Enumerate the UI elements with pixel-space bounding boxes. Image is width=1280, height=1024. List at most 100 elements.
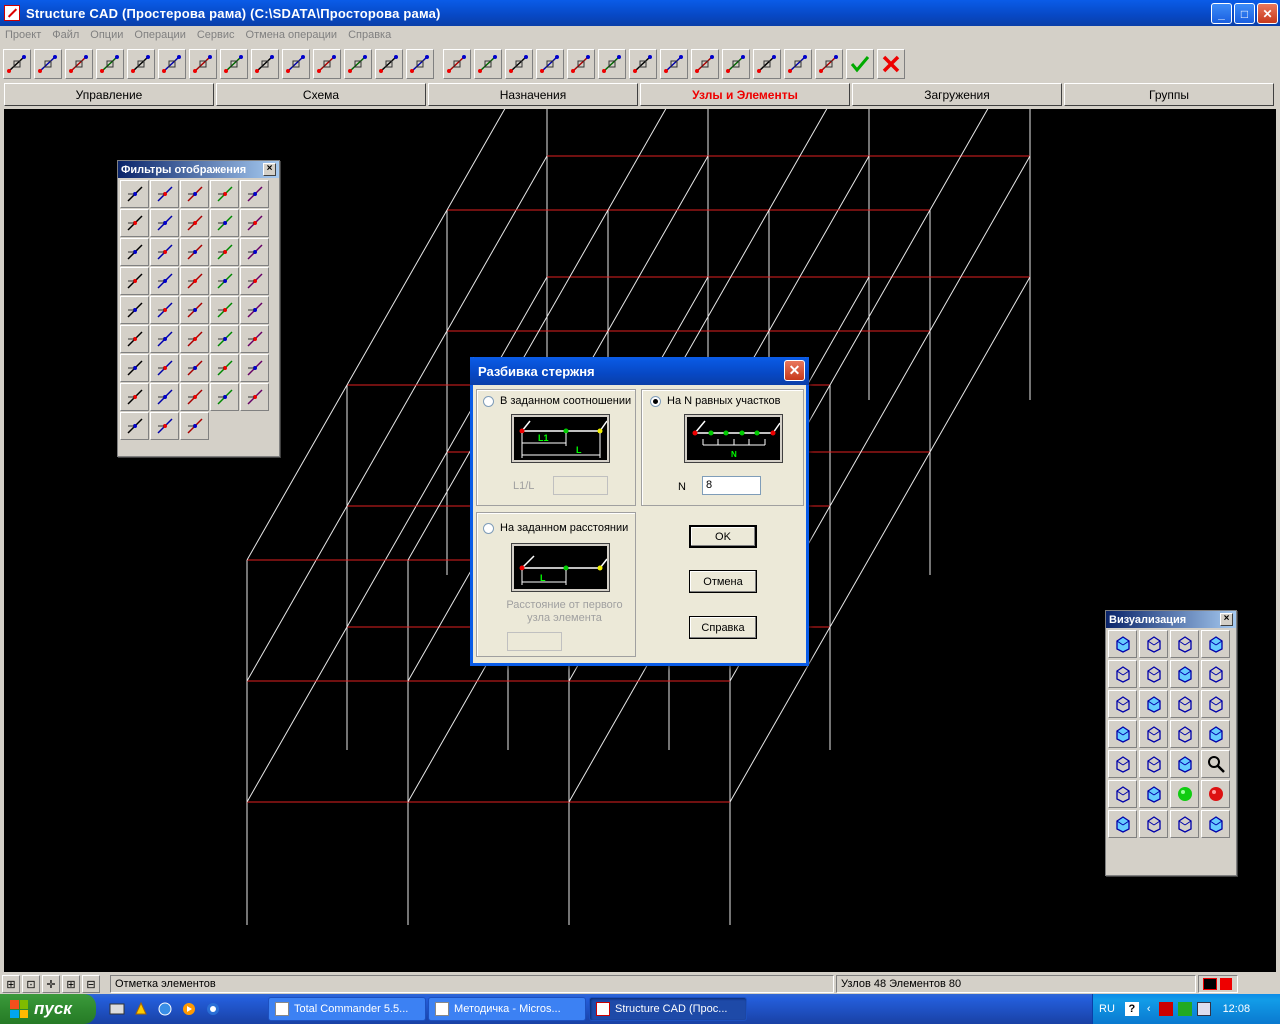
help-button[interactable]: Справка [689,616,757,639]
ie-icon[interactable] [204,1000,222,1018]
beam-y[interactable] [246,626,348,803]
tab-control[interactable]: Управление [4,83,214,106]
printer-icon[interactable] [1139,780,1168,808]
beam-y[interactable] [929,155,1031,332]
plane-icon[interactable] [240,238,269,266]
box-front-icon[interactable] [1139,690,1168,718]
node-mass-icon[interactable] [120,354,149,382]
menu-help[interactable]: Справка [348,29,391,41]
language-indicator[interactable]: RU [1099,1003,1115,1015]
coordinates-icon[interactable] [240,325,269,353]
grid-icon[interactable] [474,49,502,79]
profile-icon[interactable] [210,383,239,411]
menu-service[interactable]: Сервис [197,29,235,41]
beam-y[interactable] [929,276,1031,453]
beam-y[interactable] [829,209,931,386]
move-element-icon[interactable] [505,49,533,79]
flip-horizontal-icon[interactable] [1108,660,1137,688]
rotate-z-icon[interactable] [1201,630,1230,658]
eraser-icon[interactable] [150,325,179,353]
ok-button[interactable]: OK [689,525,757,548]
fragment-icon[interactable] [1170,750,1199,778]
colors-icon[interactable] [180,383,209,411]
moments-icon[interactable] [120,296,149,324]
green-grid-icon[interactable] [1170,810,1199,838]
network-icon[interactable] [1177,1002,1192,1016]
displacement-icon[interactable] [240,267,269,295]
equal-parts-radio[interactable]: На N равных участков [650,395,781,407]
solid-icon[interactable] [180,180,209,208]
node-group-icon[interactable] [150,238,179,266]
zoom-icon[interactable] [1201,750,1230,778]
local-axes-icon[interactable] [120,238,149,266]
gm-icon[interactable] [180,354,209,382]
fence-icon[interactable] [1139,750,1168,778]
box-blue-icon[interactable] [1170,720,1199,748]
select-frame-icon[interactable] [629,49,657,79]
table-icon[interactable] [536,49,564,79]
points-grid-icon[interactable] [1139,810,1168,838]
menu-undo[interactable]: Отмена операции [246,29,338,41]
menu-options[interactable]: Опции [90,29,123,41]
antivirus-icon[interactable] [1158,1002,1173,1016]
ratio-radio[interactable]: В заданном соотношении [483,395,631,407]
fe-grid-icon[interactable] [240,296,269,324]
rotate-y-icon[interactable] [1170,630,1199,658]
box-cyan-icon[interactable] [1139,720,1168,748]
bar-icon[interactable] [120,180,149,208]
box-top-icon[interactable] [1201,690,1230,718]
node-numbers-hinge-icon[interactable] [180,209,209,237]
view-icon[interactable]: ⊡ [22,975,40,993]
cancel-button[interactable]: Отмена [689,570,757,593]
add-plate-icon[interactable] [158,49,186,79]
merge-nodes-icon[interactable] [220,49,248,79]
split-bar-icon[interactable] [313,49,341,79]
quicklaunch-icon[interactable] [132,1000,150,1018]
folder-icon[interactable] [1201,810,1230,838]
tab-scheme[interactable]: Схема [216,83,426,106]
support-icon[interactable] [150,267,179,295]
node-number-icon[interactable] [240,180,269,208]
angle-icon[interactable] [120,267,149,295]
table-icon[interactable] [120,383,149,411]
mirror-icon[interactable] [722,49,750,79]
box-side-icon[interactable] [1170,690,1199,718]
release-icon[interactable] [240,209,269,237]
arrow-left-icon[interactable]: ‹ [1147,1003,1151,1015]
gridline-icon[interactable] [120,325,149,353]
menu-project[interactable]: Проект [5,29,41,41]
dialog-close-button[interactable]: ✕ [784,360,805,381]
center-icon[interactable] [210,238,239,266]
no-entry-icon[interactable] [1108,780,1137,808]
delete-icon[interactable] [877,49,905,79]
beam-y[interactable] [346,330,448,507]
tab-loads[interactable]: Загружения [852,83,1062,106]
sigma-arrows-icon[interactable] [180,412,209,440]
delete-plate-icon[interactable] [753,49,781,79]
layers-icon[interactable] [660,49,688,79]
beam-y[interactable] [929,109,1030,211]
show-desktop-icon[interactable] [108,1000,126,1018]
color-map-icon[interactable] [150,383,179,411]
menu-file[interactable]: Файл [52,29,79,41]
sigma-icon[interactable] [150,412,179,440]
element-number-icon[interactable] [120,209,149,237]
tilt-icon[interactable] [1139,660,1168,688]
cross-bars-icon[interactable] [344,49,372,79]
split-plane-icon[interactable] [251,49,279,79]
axes-icon[interactable] [120,412,149,440]
check-ok-icon[interactable] [846,49,874,79]
beam-y[interactable] [246,505,348,682]
contour-icon[interactable] [598,49,626,79]
beam-y[interactable] [768,155,870,332]
monitor-icon[interactable] [1196,1002,1211,1016]
hinge-icon[interactable] [210,354,239,382]
dialog-title-bar[interactable]: Разбивка стержня ✕ [470,357,809,385]
beam-y[interactable] [607,109,708,211]
help-icon[interactable]: ? [1124,1002,1139,1016]
maximize-button[interactable]: □ [1234,3,1255,24]
rotate-view-icon[interactable] [1108,630,1137,658]
tab-nodes-elements[interactable]: Узлы и Элементы [640,83,850,106]
close-button[interactable]: ✕ [1257,3,1278,24]
red-ball-icon[interactable] [1201,780,1230,808]
